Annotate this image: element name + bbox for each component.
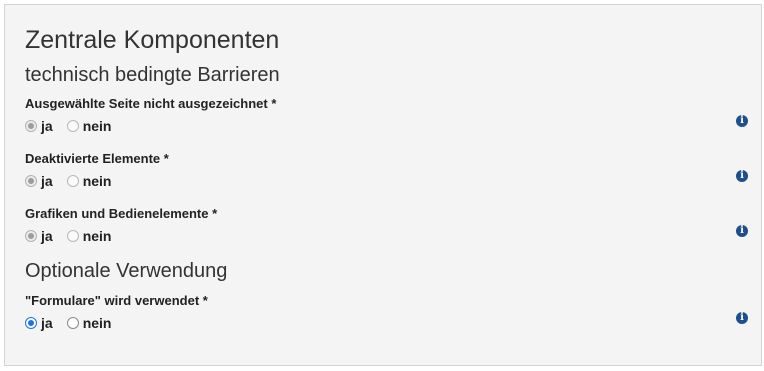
radio-option-yes: ja — [25, 173, 53, 189]
radio-option-no: nein — [66, 228, 112, 244]
radio-group-selected-page: ja nein — [25, 118, 125, 134]
radio-label-yes: ja — [41, 173, 53, 189]
section-heading-optional-usage: Optionale Verwendung — [25, 260, 228, 282]
question-label-graphics-controls: Grafiken und Bedienelemente * — [25, 206, 218, 221]
radio-group-disabled-elements: ja nein — [25, 173, 125, 189]
radio-option-yes: ja — [25, 228, 53, 244]
radio-label-yes: ja — [41, 228, 53, 244]
radio-option-no: nein — [66, 118, 112, 134]
radio-label-yes[interactable]: ja — [41, 315, 53, 331]
radio-label-no[interactable]: nein — [83, 315, 112, 331]
info-icon[interactable]: i — [736, 115, 748, 127]
radio-no — [66, 230, 79, 242]
radio-group-forms-used: ja nein — [25, 315, 125, 331]
radio-option-yes[interactable]: ja — [25, 315, 53, 331]
radio-label-no: nein — [82, 173, 112, 189]
question-label-disabled-elements: Deaktivierte Elemente * — [25, 151, 169, 166]
radio-option-yes: ja — [25, 118, 53, 134]
question-label-forms-used: "Formulare" wird verwendet * — [25, 293, 208, 308]
radio-yes[interactable] — [25, 317, 37, 329]
radio-yes — [25, 175, 37, 187]
radio-group-graphics-controls: ja nein — [25, 228, 125, 244]
section-heading-technical-barriers: technisch bedingte Barrieren — [25, 64, 280, 86]
radio-yes — [25, 120, 37, 132]
info-icon[interactable]: i — [736, 312, 748, 324]
radio-no[interactable] — [66, 317, 79, 329]
question-label-selected-page: Ausgewählte Seite nicht ausgezeichnet * — [25, 96, 277, 111]
radio-option-no: nein — [66, 173, 112, 189]
info-icon[interactable]: i — [736, 170, 748, 182]
radio-label-yes: ja — [41, 118, 53, 134]
form-panel: Zentrale Komponenten technisch bedingte … — [4, 4, 762, 366]
radio-label-no: nein — [82, 118, 112, 134]
info-icon[interactable]: i — [736, 225, 748, 237]
radio-no — [66, 120, 79, 132]
radio-option-no[interactable]: nein — [66, 315, 112, 331]
radio-no — [66, 175, 79, 187]
radio-yes — [25, 230, 37, 242]
page-title: Zentrale Komponenten — [25, 26, 280, 54]
radio-label-no: nein — [82, 228, 112, 244]
